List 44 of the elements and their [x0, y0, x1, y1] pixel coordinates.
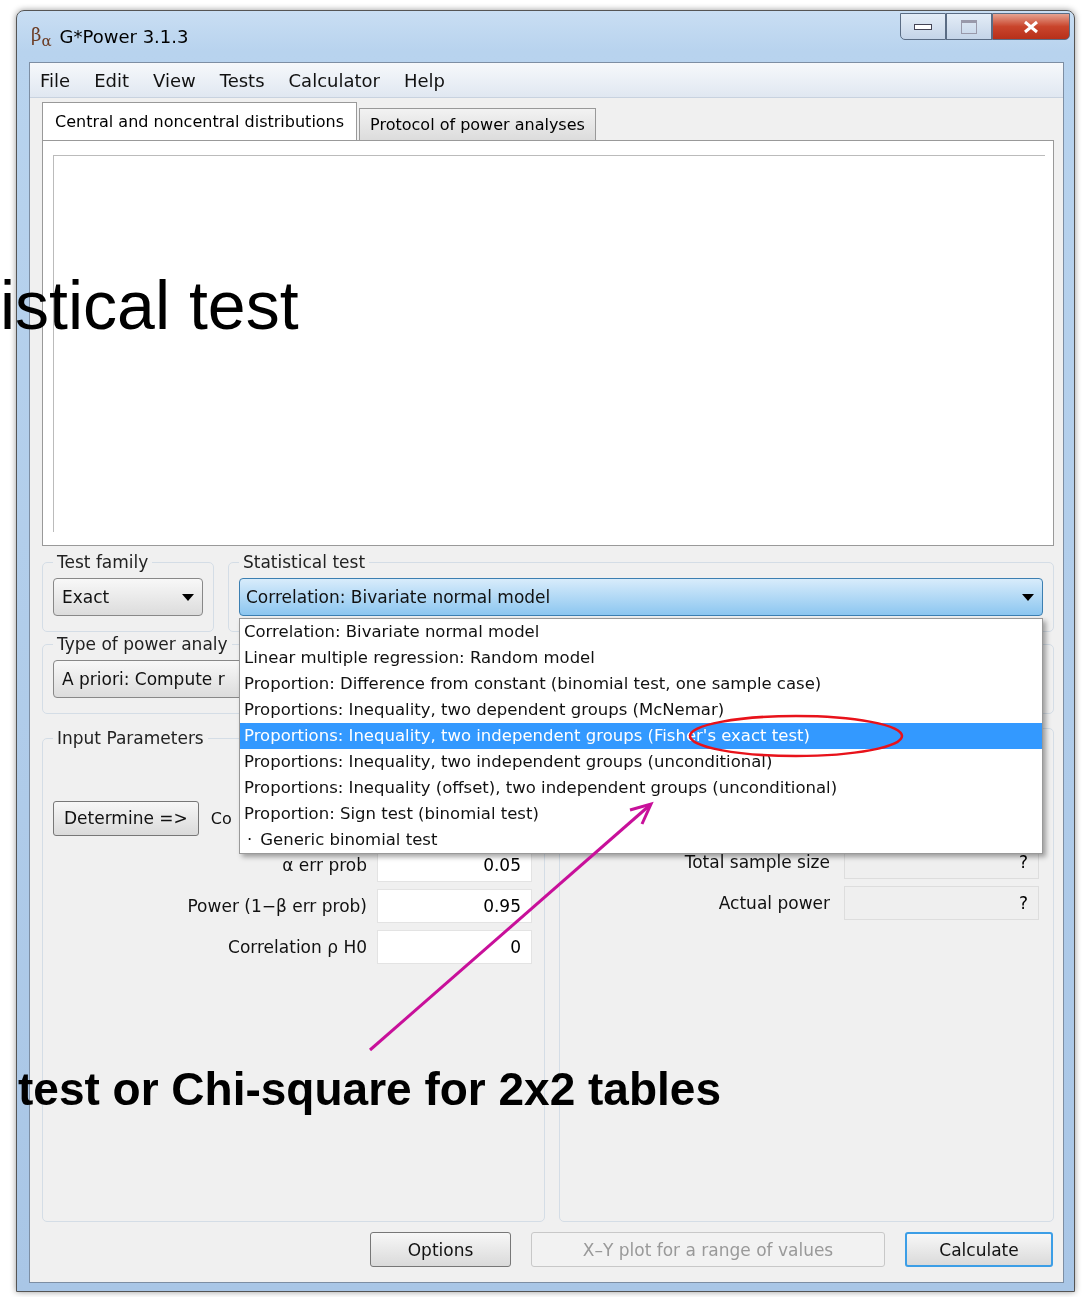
tab[interactable]: Protocol of power analyses [359, 108, 596, 140]
close-icon [1022, 19, 1040, 34]
parameter-label: Actual power [718, 892, 830, 913]
minimize-button[interactable] [900, 13, 946, 40]
menu-item[interactable]: Help [403, 69, 445, 91]
parameter-label: Co [210, 808, 232, 828]
caret-icon [182, 593, 194, 601]
menu-item[interactable]: Calculator [288, 69, 380, 91]
output-field[interactable]: ? [844, 885, 1039, 920]
dropdown-option[interactable]: Linear multiple regression: Random model [240, 645, 1042, 671]
parameter-label: α err prob [282, 854, 367, 875]
parameter-field[interactable]: 0.95 [377, 888, 532, 923]
group-label: Statistical test [242, 552, 367, 572]
dropdown-option[interactable]: Proportions: Inequality, two independent groups (unconditional) [240, 749, 1042, 775]
menu-item[interactable]: Edit [94, 69, 129, 91]
parameter-label: Power (1−β err prob) [187, 895, 367, 916]
statistical-test-dropdown[interactable]: Correlation: Bivariate normal model [239, 578, 1043, 616]
dropdown-option[interactable]: Correlation: Bivariate normal model [240, 619, 1042, 645]
tab[interactable]: Central and noncentral distributions [42, 102, 358, 140]
dropdown-option[interactable]: Proportion: Difference from constant (binomial test, one sample case) [240, 671, 1042, 697]
action-button[interactable]: Options [370, 1232, 511, 1267]
determine-button[interactable]: Determine => [53, 800, 199, 836]
dropdown-option[interactable]: Proportions: Inequality, two dependent groups (McNemar) [240, 697, 1042, 723]
maximize-button[interactable] [946, 13, 992, 40]
dropdown-option[interactable]: Proportions: Inequality (offset), two independent groups (unconditional) [240, 775, 1042, 801]
action-button[interactable]: Calculate [905, 1232, 1053, 1267]
menu-item[interactable]: File [40, 69, 71, 91]
group-label: Input Parameters [56, 728, 205, 748]
slide-caption: test or Chi-square for 2x2 tables [18, 1062, 721, 1116]
menu-item[interactable]: View [153, 69, 196, 91]
parameter-label: Correlation ρ H0 [228, 936, 367, 957]
window-title: G*Power 3.1.3 [59, 26, 189, 47]
caret-icon [1022, 593, 1034, 601]
app-logo-icon: β$_{α}$ [31, 23, 52, 50]
group-label: Test family [56, 552, 150, 572]
maximize-icon [961, 19, 977, 34]
close-button[interactable] [992, 13, 1070, 40]
minimize-icon [914, 23, 932, 30]
dropdown-option[interactable]: Proportion: Sign test (binomial test) [240, 801, 1042, 827]
menu-item[interactable]: Tests [219, 69, 265, 91]
parameter-field[interactable]: 0 [377, 929, 532, 964]
group-label: Type of power analy [56, 634, 229, 654]
parameter-label: Total sample size [684, 851, 830, 872]
test-family-dropdown[interactable]: Exact [53, 578, 203, 616]
